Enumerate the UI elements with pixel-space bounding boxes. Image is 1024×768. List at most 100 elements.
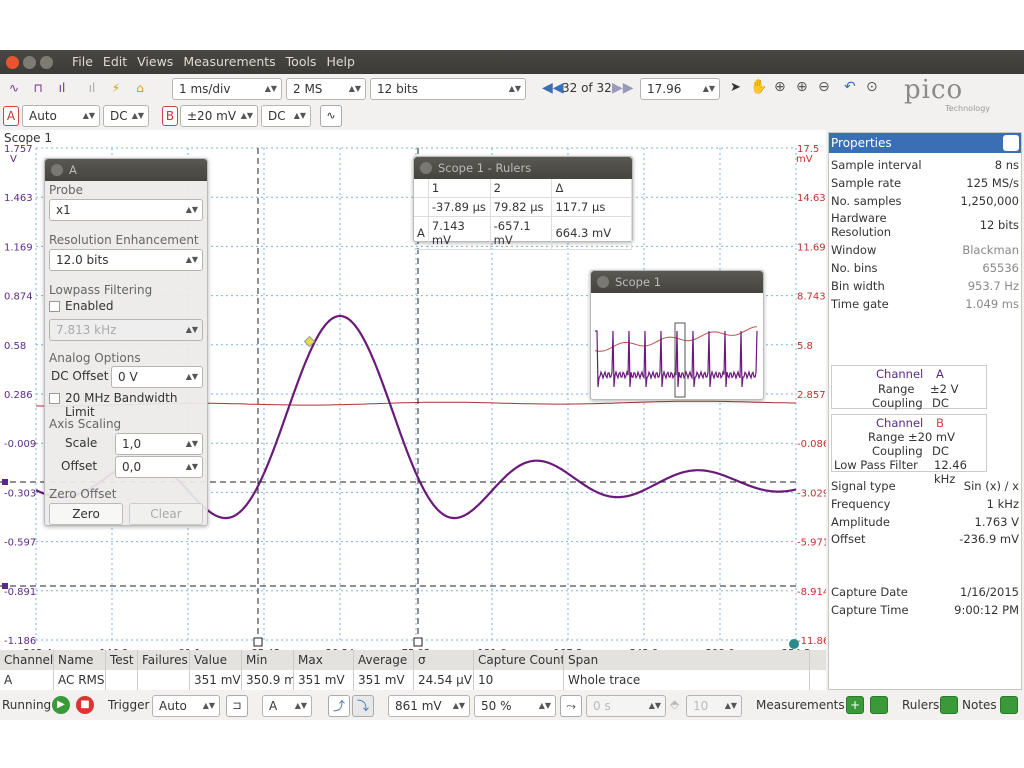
bandwidth-limit-checkbox[interactable] bbox=[49, 393, 60, 404]
property-value: 9:00:12 PM bbox=[954, 603, 1019, 617]
zero-button[interactable]: Zero bbox=[49, 503, 123, 525]
zoom-in-tool-icon[interactable]: ⊕ bbox=[774, 79, 786, 95]
offset-field[interactable]: 0,0 ▲▼ bbox=[115, 456, 203, 478]
channel-a-properties: Channel A Range ±2 V Coupling DC bbox=[831, 365, 987, 410]
notes-button[interactable] bbox=[1000, 696, 1018, 714]
measurements-table-row[interactable]: AAC RMS351 mV350.9 mV351 mV351 mV24.54 µ… bbox=[0, 670, 826, 690]
properties-close-icon[interactable] bbox=[1003, 135, 1019, 151]
property-row: Bin width 953.7 Hz bbox=[831, 279, 1019, 293]
spectrum-mode-icon[interactable]: ıl bbox=[52, 78, 72, 98]
resolution-select[interactable]: 12 bits ▲▼ bbox=[370, 78, 526, 100]
advanced-trigger-icon[interactable]: ⊐ bbox=[226, 695, 248, 717]
property-key: No. samples bbox=[831, 193, 902, 208]
minimize-window-icon[interactable] bbox=[23, 55, 36, 69]
axis-origin-handle[interactable] bbox=[789, 639, 799, 649]
signal-generator-icon[interactable]: ⚡ bbox=[106, 78, 126, 98]
lowpass-enabled-checkbox[interactable] bbox=[49, 301, 60, 312]
rulers-header-cell: 2 bbox=[490, 179, 553, 198]
rulers-button[interactable] bbox=[940, 696, 958, 714]
menu-file[interactable]: File bbox=[67, 50, 98, 74]
hand-tool-icon[interactable]: ✋ bbox=[750, 79, 767, 95]
pretrigger-field[interactable]: 50 % ▲▼ bbox=[474, 695, 556, 717]
clear-button[interactable]: Clear bbox=[129, 503, 203, 525]
zoom-to-fit-icon[interactable]: ⊙ bbox=[866, 79, 878, 95]
rulers-header-cell bbox=[414, 179, 429, 198]
persistence-mode-icon[interactable]: ⊓ bbox=[28, 78, 48, 98]
capture-count-icon: ⬘ bbox=[670, 697, 680, 711]
close-window-icon[interactable] bbox=[6, 55, 19, 69]
right-axis-tick: 14.63 bbox=[797, 193, 826, 204]
resolution-enhancement-select[interactable]: 12.0 bits ▲▼ bbox=[49, 249, 203, 271]
rulers-cell: A bbox=[414, 216, 429, 250]
menu-tools[interactable]: Tools bbox=[281, 50, 322, 74]
lowpass-frequency-field[interactable]: 7.813 kHz ▲▼ bbox=[49, 319, 203, 341]
trigger-mode-select[interactable]: Auto ▲▼ bbox=[152, 695, 220, 717]
undo-zoom-icon[interactable]: ↶ bbox=[844, 79, 856, 95]
menu-measurements[interactable]: Measurements bbox=[178, 50, 280, 74]
measurement-cell: Whole trace bbox=[564, 670, 810, 690]
measurement-header-cell: Min bbox=[242, 650, 294, 670]
channel-a-button[interactable]: A bbox=[3, 106, 19, 126]
left-axis-tick: -0.891 bbox=[4, 587, 36, 598]
pointer-tool-icon[interactable]: ➤ bbox=[730, 80, 741, 95]
signal-ruler-handle[interactable] bbox=[2, 479, 8, 485]
trigger-channel-select[interactable]: A ▲▼ bbox=[262, 695, 312, 717]
math-channels-icon[interactable]: ∿ bbox=[320, 105, 342, 127]
maximize-window-icon[interactable] bbox=[40, 55, 53, 69]
menu-edit[interactable]: Edit bbox=[98, 50, 132, 74]
property-row: Sample rate 125 MS/s bbox=[831, 176, 1019, 190]
property-value: 1/16/2015 bbox=[960, 585, 1019, 599]
menu-views[interactable]: Views bbox=[132, 50, 178, 74]
channel-b-button[interactable]: B bbox=[162, 106, 178, 126]
property-row: Hardware 12 bits Resolution bbox=[831, 211, 1019, 239]
probe-select[interactable]: x1 ▲▼ bbox=[49, 199, 203, 221]
channel-a-range-select[interactable]: Auto ▲▼ bbox=[22, 105, 100, 127]
buffer-next-icon[interactable]: ▶▶ bbox=[612, 80, 634, 96]
overview-plot[interactable] bbox=[591, 293, 763, 399]
post-trigger-delay-icon[interactable]: ⤳ bbox=[560, 695, 582, 717]
add-measurement-button[interactable]: + bbox=[846, 696, 864, 714]
edit-measurement-button[interactable] bbox=[870, 696, 888, 714]
right-axis-tick: 8.743 bbox=[797, 292, 826, 303]
measurement-header-cell: Channel bbox=[0, 650, 54, 670]
channel-b-range-select[interactable]: ±20 mV ▲▼ bbox=[180, 105, 258, 127]
buffer-prev-icon[interactable]: ◀◀ bbox=[542, 80, 564, 96]
property-key: Bin width bbox=[831, 278, 885, 293]
start-button[interactable]: ▶ bbox=[52, 696, 70, 714]
dc-offset-field[interactable]: 0 V ▲▼ bbox=[111, 366, 203, 388]
left-axis-tick: 1.463 bbox=[4, 193, 33, 204]
trigger-threshold-field[interactable]: 861 mV ▲▼ bbox=[388, 695, 470, 717]
scale-field[interactable]: 1,0 ▲▼ bbox=[115, 433, 203, 455]
menu-help[interactable]: Help bbox=[321, 50, 360, 74]
channel-a-coupling-label: Coupling bbox=[872, 396, 923, 410]
capture-count-field[interactable]: 10 ▲▼ bbox=[686, 695, 742, 717]
delay-field[interactable]: 0 s ▲▼ bbox=[586, 695, 666, 717]
scope-mode-icon[interactable]: ∿ bbox=[4, 78, 24, 98]
close-overview-icon[interactable] bbox=[597, 276, 609, 288]
time-ruler-handle[interactable] bbox=[413, 637, 423, 647]
falling-edge-icon[interactable]: ⤵ bbox=[352, 695, 374, 717]
measurement-cell: 24.54 µV bbox=[414, 670, 474, 690]
channel-a-coupling-select[interactable]: DC ▲▼ bbox=[103, 105, 149, 127]
stop-button[interactable]: ■ bbox=[76, 696, 94, 714]
bottom-toolbar: Running ▶ ■ Trigger Auto ▲▼ ⊐ A ▲▼ ⤴ ⤵ 861… bbox=[0, 693, 1024, 719]
channel-a-name: A bbox=[936, 367, 944, 381]
right-axis-tick: 11.69 bbox=[797, 242, 826, 253]
close-rulers-icon[interactable] bbox=[420, 162, 432, 174]
home-icon[interactable]: ⌂ bbox=[130, 78, 150, 98]
signal-ruler-handle[interactable] bbox=[2, 583, 8, 589]
rising-edge-icon[interactable]: ⤴ bbox=[328, 695, 350, 717]
channel-a-coupling-value: DC bbox=[932, 396, 949, 410]
left-axis-tick: 0.58 bbox=[4, 341, 26, 352]
zoom-box-tool-icon[interactable]: ⊕ bbox=[796, 79, 808, 95]
trigger-label: Trigger bbox=[108, 698, 150, 712]
channel-options-icon[interactable]: ıl bbox=[82, 78, 102, 98]
zoom-out-tool-icon[interactable]: ⊖ bbox=[818, 79, 830, 95]
left-axis-tick: -1.186 bbox=[4, 636, 36, 647]
channel-b-coupling-select[interactable]: DC ▲▼ bbox=[261, 105, 311, 127]
close-panel-icon[interactable] bbox=[51, 164, 63, 176]
time-ruler-handle[interactable] bbox=[253, 637, 263, 647]
samples-select[interactable]: 2 MS ▲▼ bbox=[286, 78, 366, 100]
timebase-select[interactable]: 1 ms/div ▲▼ bbox=[172, 78, 282, 100]
rate-field[interactable]: 17.96 ▲▼ bbox=[640, 78, 720, 100]
